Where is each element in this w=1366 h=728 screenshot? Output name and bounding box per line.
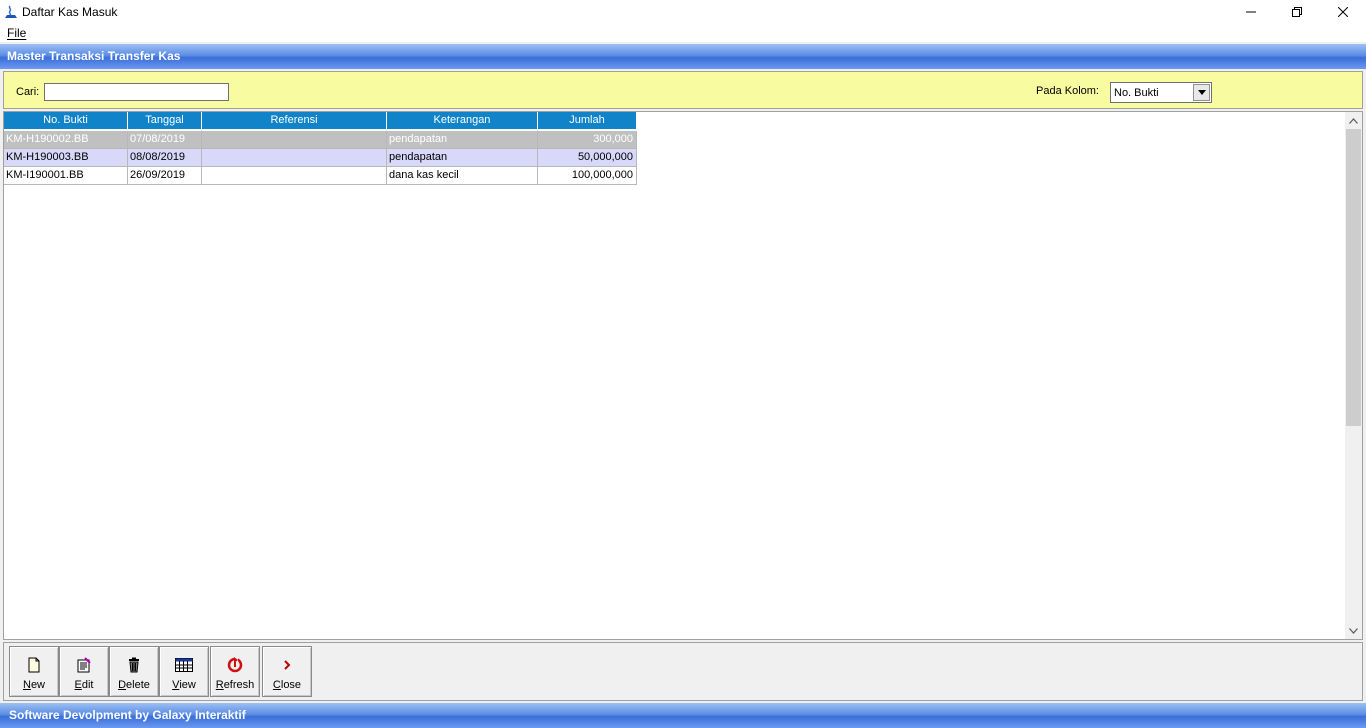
column-header-keterangan[interactable]: Keterangan	[387, 112, 538, 130]
cell-referensi	[202, 167, 387, 185]
edit-button-label: Edit	[74, 679, 94, 691]
title-bar: Daftar Kas Masuk	[0, 0, 1366, 24]
column-header-no-bukti[interactable]: No. Bukti	[4, 112, 128, 130]
chevron-down-icon	[1197, 90, 1206, 95]
view-button-label: View	[172, 679, 196, 691]
cell-tanggal: 26/09/2019	[128, 167, 202, 185]
scroll-down-button[interactable]	[1345, 622, 1362, 639]
delete-button-label: Delete	[118, 679, 150, 691]
search-panel: Cari: Pada Kolom: No. Bukti	[3, 71, 1363, 109]
search-label: Cari:	[16, 86, 40, 98]
column-select[interactable]: No. Bukti	[1110, 82, 1212, 103]
cell-keterangan: pendapatan	[387, 149, 538, 167]
cell-no-bukti: KM-H190003.BB	[4, 149, 128, 167]
menu-bar: File	[0, 24, 1366, 42]
new-button-label: New	[22, 679, 45, 691]
form-header: Master Transaksi Transfer Kas	[0, 44, 1366, 69]
search-input[interactable]	[44, 83, 229, 101]
column-header-referensi[interactable]: Referensi	[202, 112, 387, 130]
table-row[interactable]: KM-H190003.BB 08/08/2019 pendapatan 50,0…	[4, 149, 637, 167]
cell-no-bukti: KM-H190002.BB	[4, 131, 128, 149]
column-select-value: No. Bukti	[1114, 87, 1159, 99]
close-window-button[interactable]	[1320, 0, 1366, 24]
edit-button[interactable]: Edit	[59, 646, 109, 697]
trash-icon	[125, 656, 143, 674]
chevron-up-icon	[1349, 117, 1358, 124]
footer-text: Software Devolpment by Galaxy Interaktif	[9, 708, 246, 722]
cell-referensi	[202, 149, 387, 167]
restore-button[interactable]	[1274, 0, 1320, 24]
close-button[interactable]: Close	[262, 646, 312, 697]
form-title: Master Transaksi Transfer Kas	[7, 49, 181, 63]
restore-icon	[1292, 7, 1302, 17]
table-row[interactable]: KM-H190002.BB 07/08/2019 pendapatan 300,…	[4, 131, 637, 149]
close-icon	[1338, 7, 1348, 17]
column-header-tanggal[interactable]: Tanggal	[128, 112, 202, 130]
minimize-button[interactable]	[1228, 0, 1274, 24]
menu-file[interactable]: File	[7, 26, 26, 40]
column-label: Pada Kolom:	[1036, 85, 1099, 97]
action-toolbar: New Edit Delete View Refresh Close	[3, 642, 1363, 701]
close-button-label: Close	[272, 679, 302, 691]
column-header-jumlah[interactable]: Jumlah	[538, 112, 637, 130]
cell-jumlah: 100,000,000	[538, 167, 637, 185]
app-icon	[4, 4, 18, 20]
cell-keterangan: dana kas kecil	[387, 167, 538, 185]
refresh-button[interactable]: Refresh	[210, 646, 260, 697]
chevron-right-icon	[278, 656, 296, 674]
cell-jumlah: 300,000	[538, 131, 637, 149]
view-button[interactable]: View	[159, 646, 209, 697]
table-row[interactable]: KM-I190001.BB 26/09/2019 dana kas kecil …	[4, 167, 637, 185]
grid-view-icon	[175, 656, 193, 674]
vertical-scrollbar[interactable]	[1345, 112, 1362, 639]
refresh-icon	[226, 656, 244, 674]
window-title: Daftar Kas Masuk	[22, 5, 118, 19]
cell-keterangan: pendapatan	[387, 131, 538, 149]
edit-document-icon	[75, 656, 93, 674]
status-footer: Software Devolpment by Galaxy Interaktif	[0, 703, 1366, 728]
minimize-icon	[1246, 11, 1256, 13]
cell-referensi	[202, 131, 387, 149]
new-button[interactable]: New	[9, 646, 59, 697]
new-document-icon	[25, 656, 43, 674]
cell-tanggal: 08/08/2019	[128, 149, 202, 167]
refresh-button-label: Refresh	[215, 679, 255, 691]
grid-header: No. Bukti Tanggal Referensi Keterangan J…	[4, 112, 637, 130]
chevron-down-icon	[1349, 627, 1358, 634]
delete-button[interactable]: Delete	[109, 646, 159, 697]
scroll-thumb[interactable]	[1346, 129, 1361, 426]
dropdown-arrow-button[interactable]	[1193, 84, 1210, 101]
cell-jumlah: 50,000,000	[538, 149, 637, 167]
cell-no-bukti: KM-I190001.BB	[4, 167, 128, 185]
cell-tanggal: 07/08/2019	[128, 131, 202, 149]
data-grid: No. Bukti Tanggal Referensi Keterangan J…	[3, 111, 1363, 640]
scroll-up-button[interactable]	[1345, 112, 1362, 129]
app-window: Daftar Kas Masuk File Master Transaksi T…	[0, 0, 1366, 728]
